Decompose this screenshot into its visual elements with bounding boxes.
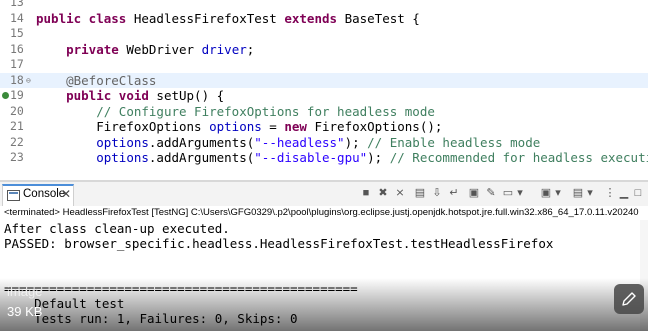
line-number: 23 <box>10 150 24 164</box>
code-text: // Configure FirefoxOptions for headless… <box>36 104 435 120</box>
code-token: // Configure FirefoxOptions for headless… <box>96 103 435 119</box>
console-line: PASSED: browser_specific.headless.Headle… <box>4 236 554 251</box>
image-size: 39 KB <box>7 304 43 319</box>
code-token: options <box>96 150 149 165</box>
terminate-icon[interactable]: ■ <box>360 187 372 199</box>
code-line[interactable]: 21 FirefoxOptions options = new FirefoxO… <box>0 119 648 135</box>
code-token: public class <box>36 10 134 26</box>
code-text: options.addArguments("--disable-gpu"); /… <box>36 150 648 166</box>
code-line[interactable]: 13 <box>0 0 648 11</box>
line-number: 16 <box>10 41 24 56</box>
code-token: ); <box>344 134 368 150</box>
code-token: = <box>261 119 285 134</box>
code-token: FirefoxOptions(); <box>314 119 443 134</box>
code-token: // Recommended for headless execution <box>389 150 648 165</box>
console-line: After class clean-up executed. <box>4 221 230 236</box>
chevron-down-icon[interactable]: ▾ <box>552 187 564 199</box>
code-token: options <box>209 119 262 134</box>
show-on-output-icon[interactable]: ▣ <box>468 187 480 199</box>
display-console-icon[interactable]: ▭ <box>502 187 514 199</box>
code-text: FirefoxOptions options = new FirefoxOpti… <box>36 119 442 135</box>
clear-console-icon[interactable]: ▤ <box>414 187 426 199</box>
code-line[interactable]: 16 private WebDriver driver; <box>0 42 648 58</box>
code-token: driver <box>201 41 247 57</box>
line-number: 14 <box>10 10 24 25</box>
line-number: 20 <box>10 103 24 118</box>
view-menu-icon[interactable]: ⋮ <box>604 187 616 199</box>
word-wrap-icon[interactable]: ↵ <box>448 187 460 199</box>
code-line[interactable]: 17 <box>0 57 648 73</box>
code-line[interactable]: 18 ⊖ @BeforeClass <box>0 72 648 89</box>
remove-launch-icon[interactable]: ✖ <box>377 187 389 199</box>
override-marker-icon[interactable] <box>2 92 9 99</box>
chevron-down-icon[interactable]: ▾ <box>584 187 596 199</box>
code-token: @BeforeClass <box>66 72 157 88</box>
code-token: public void <box>66 88 157 103</box>
line-number: 18 <box>10 72 24 87</box>
line-number: 21 <box>10 119 24 133</box>
display-selected-console-icon[interactable]: ▣ <box>540 187 552 199</box>
code-token: BaseTest { <box>344 10 420 26</box>
code-text: private WebDriver driver; <box>36 42 254 58</box>
console-toolbar: Console ✕ ■ ✖ ⨯ ▤ ⇩ ↵ ▣ ✎ ▭ ▾ ▣ ▾ ▤ ▾ ⋮ … <box>0 182 648 207</box>
code-token: // Enable headless mode <box>367 134 541 150</box>
edit-button[interactable] <box>614 284 644 314</box>
code-token: new <box>284 119 315 134</box>
minimize-icon[interactable]: ▁ <box>618 187 630 199</box>
code-token: .addArguments( <box>148 134 255 150</box>
code-line[interactable]: 23 options.addArguments("--disable-gpu")… <box>0 150 648 166</box>
pencil-icon <box>622 292 636 306</box>
code-line[interactable]: 22 options.addArguments("--headless"); /… <box>0 135 648 151</box>
code-text: public class HeadlessFirefoxTest extends… <box>36 11 420 27</box>
remove-all-icon[interactable]: ⨯ <box>394 187 406 199</box>
code-line[interactable] <box>0 166 648 181</box>
code-token: FirefoxOptions <box>36 119 210 134</box>
code-token: setUp() { <box>156 88 225 103</box>
image-label: image <box>7 284 43 299</box>
code-token: "--disable-gpu" <box>254 150 368 165</box>
code-token: extends <box>284 10 345 26</box>
code-token: ; <box>246 41 255 57</box>
code-token: .addArguments( <box>148 150 255 165</box>
open-console-icon[interactable]: ▤ <box>572 187 584 199</box>
chevron-down-icon[interactable]: ▾ <box>514 187 526 199</box>
code-token: ); <box>367 150 390 165</box>
line-number: 17 <box>10 57 24 71</box>
code-line[interactable]: 14 public class HeadlessFirefoxTest exten… <box>0 11 648 27</box>
code-text: @BeforeClass <box>36 73 156 89</box>
code-text: public void setUp() { <box>36 88 224 104</box>
code-token: options <box>96 134 149 150</box>
image-overlay <box>0 278 648 331</box>
code-token: HeadlessFirefoxTest <box>133 10 285 26</box>
code-token: private <box>66 41 127 57</box>
scroll-lock-icon[interactable]: ⇩ <box>431 187 443 199</box>
console-icon <box>7 190 20 201</box>
code-line[interactable]: 20 // Configure FirefoxOptions for headl… <box>0 104 648 120</box>
launch-status: <terminated> HeadlessFirefoxTest [TestNG… <box>0 206 648 220</box>
code-text: options.addArguments("--headless"); // E… <box>36 135 540 151</box>
line-number: 19 <box>10 88 24 102</box>
pin-console-icon[interactable]: ✎ <box>485 187 497 199</box>
code-token: "--headless" <box>254 134 345 150</box>
fold-icon[interactable]: ⊖ <box>26 73 31 89</box>
line-number: 22 <box>10 134 24 149</box>
code-line[interactable]: 15 <box>0 26 648 42</box>
line-number: 13 <box>10 0 24 9</box>
line-number: 15 <box>10 26 24 40</box>
tab-console-label: Console <box>23 188 66 200</box>
close-icon[interactable]: ✕ <box>61 187 71 201</box>
tab-console[interactable]: Console ✕ <box>2 184 74 206</box>
code-token: WebDriver <box>126 41 202 57</box>
code-line[interactable]: 19 public void setUp() { <box>0 88 648 104</box>
code-editor[interactable]: 13 14 public class HeadlessFirefoxTest ext… <box>0 0 648 180</box>
maximize-icon[interactable]: □ <box>632 187 644 199</box>
